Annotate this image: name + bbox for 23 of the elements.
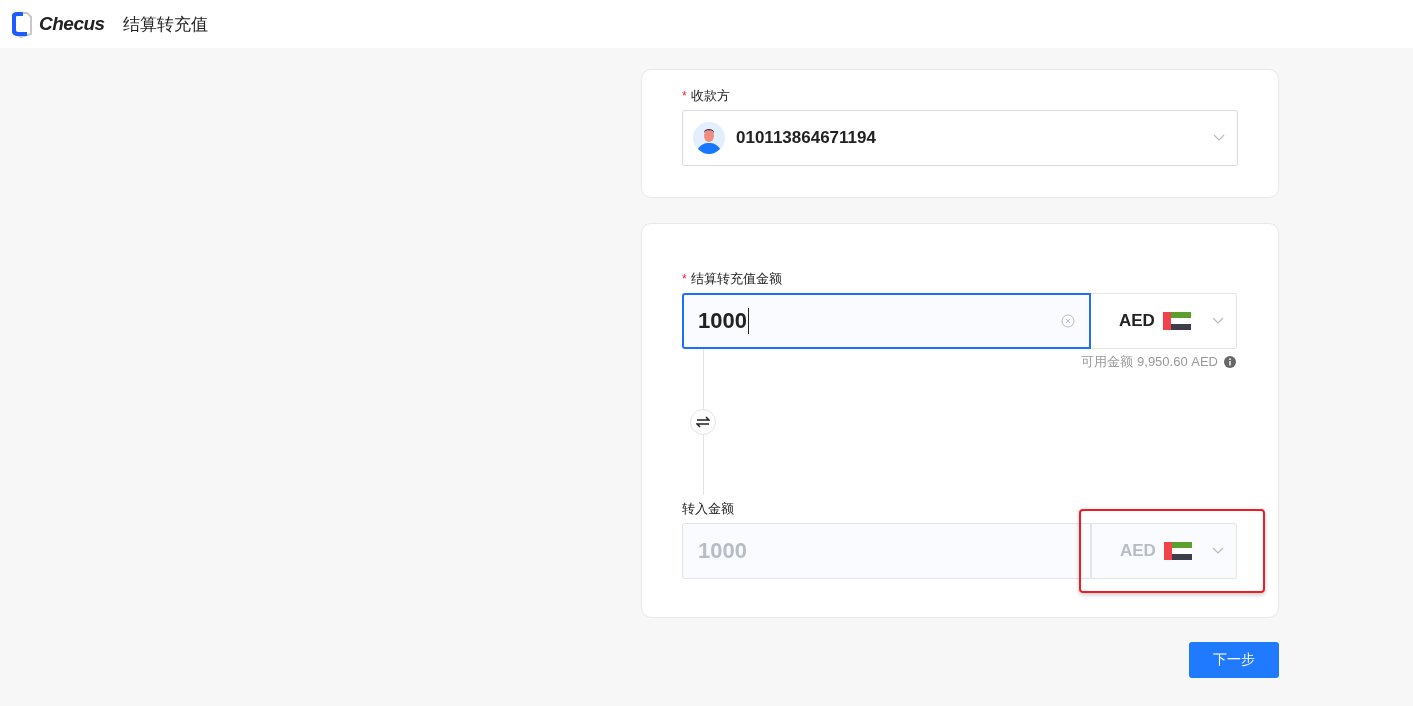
swap-button[interactable] [690, 409, 716, 435]
field-label: 转入金额 [682, 500, 734, 518]
next-button[interactable]: 下一步 [1189, 642, 1279, 678]
required-mark: * [682, 272, 687, 286]
field-label: 收款方 [690, 87, 730, 105]
flag-icon [1163, 542, 1192, 560]
currency-select[interactable]: AED [1091, 293, 1237, 349]
flag-icon [1162, 312, 1191, 330]
chevron-down-icon [1213, 134, 1225, 142]
swap-icon [696, 416, 710, 428]
amount-input[interactable]: 1000 [682, 293, 1091, 349]
payee-select[interactable]: 010113864671194 [682, 110, 1238, 166]
available-balance: 可用金额 9,950.60 AED [1081, 353, 1218, 371]
field-label: 结算转充值金额 [690, 270, 782, 288]
logo-icon [9, 10, 33, 38]
avatar-icon [693, 122, 725, 154]
brand-name: Checus [39, 13, 105, 35]
clear-icon [1061, 314, 1075, 328]
required-mark: * [682, 89, 687, 103]
chevron-down-icon [1212, 317, 1224, 325]
info-icon [1224, 356, 1236, 368]
chevron-down-icon [1212, 547, 1224, 555]
page-title: 结算转充值 [122, 13, 208, 36]
